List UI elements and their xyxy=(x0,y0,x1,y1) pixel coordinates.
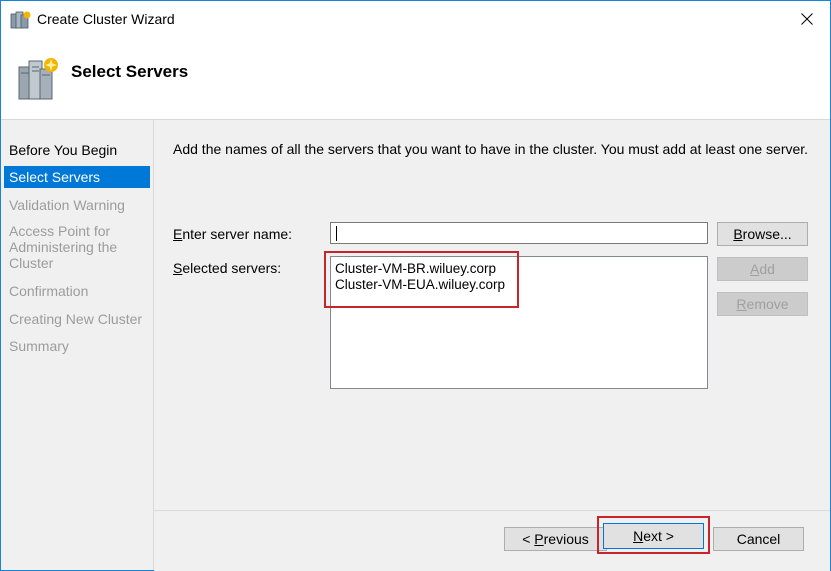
step-validation-warning: Validation Warning xyxy=(9,197,125,213)
wizard-footer: < Previous Next > Cancel xyxy=(154,510,830,571)
selected-servers-label-text: elected servers: xyxy=(182,260,282,276)
wizard-header: Select Servers xyxy=(1,39,830,119)
wizard-steps-nav: Before You Begin Select Servers Validati… xyxy=(1,120,154,570)
wizard-window: Create Cluster Wizard Select Servers Bef… xyxy=(0,0,831,571)
content-panel: Add the names of all the servers that yo… xyxy=(154,120,830,510)
selected-servers-label-mnemonic: S xyxy=(173,260,183,276)
text-caret xyxy=(336,226,337,241)
browse-button[interactable]: Browse... xyxy=(717,222,808,246)
remove-label: emove xyxy=(746,296,789,312)
server-name-input[interactable] xyxy=(330,222,708,244)
previous-label: revious xyxy=(543,531,589,547)
add-mnemonic: A xyxy=(750,261,760,277)
server-name-label: Enter server name: xyxy=(173,226,292,242)
annotation-highlight-servers xyxy=(324,251,519,308)
step-creating-new-cluster: Creating New Cluster xyxy=(9,311,143,327)
step-access-point-line-1: Access Point for xyxy=(9,223,111,239)
cancel-button[interactable]: Cancel xyxy=(713,527,804,551)
annotation-highlight-next xyxy=(597,516,710,554)
step-access-point-line-2: Administering the xyxy=(9,239,118,255)
selected-servers-label: Selected servers: xyxy=(173,260,281,276)
server-name-label-text: nter server name: xyxy=(182,226,293,242)
previous-mnemonic: P xyxy=(534,531,544,547)
instructions-text: Add the names of all the servers that yo… xyxy=(173,141,809,157)
browse-mnemonic: B xyxy=(733,226,743,242)
step-access-point: Access Point for Administering the Clust… xyxy=(4,223,150,271)
close-icon xyxy=(801,12,813,28)
step-summary: Summary xyxy=(9,338,69,354)
title-bar: Create Cluster Wizard xyxy=(1,1,830,39)
previous-prefix: < xyxy=(522,531,535,547)
cluster-wizard-icon xyxy=(10,10,32,30)
page-title: Select Servers xyxy=(71,62,189,81)
step-access-point-line-3: Cluster xyxy=(9,255,54,271)
step-select-servers: Select Servers xyxy=(4,166,150,188)
previous-button[interactable]: < Previous xyxy=(504,527,607,551)
window-title: Create Cluster Wizard xyxy=(37,11,175,27)
add-label: dd xyxy=(759,261,775,277)
add-button[interactable]: Add xyxy=(717,257,808,281)
remove-mnemonic: R xyxy=(736,296,747,312)
close-button[interactable] xyxy=(784,1,830,39)
servers-icon xyxy=(17,55,61,103)
step-confirmation: Confirmation xyxy=(9,283,89,299)
remove-button[interactable]: Remove xyxy=(717,292,808,316)
browse-label: rowse... xyxy=(742,226,792,242)
step-before-you-begin: Before You Begin xyxy=(9,142,118,158)
server-name-label-mnemonic: E xyxy=(173,226,183,242)
